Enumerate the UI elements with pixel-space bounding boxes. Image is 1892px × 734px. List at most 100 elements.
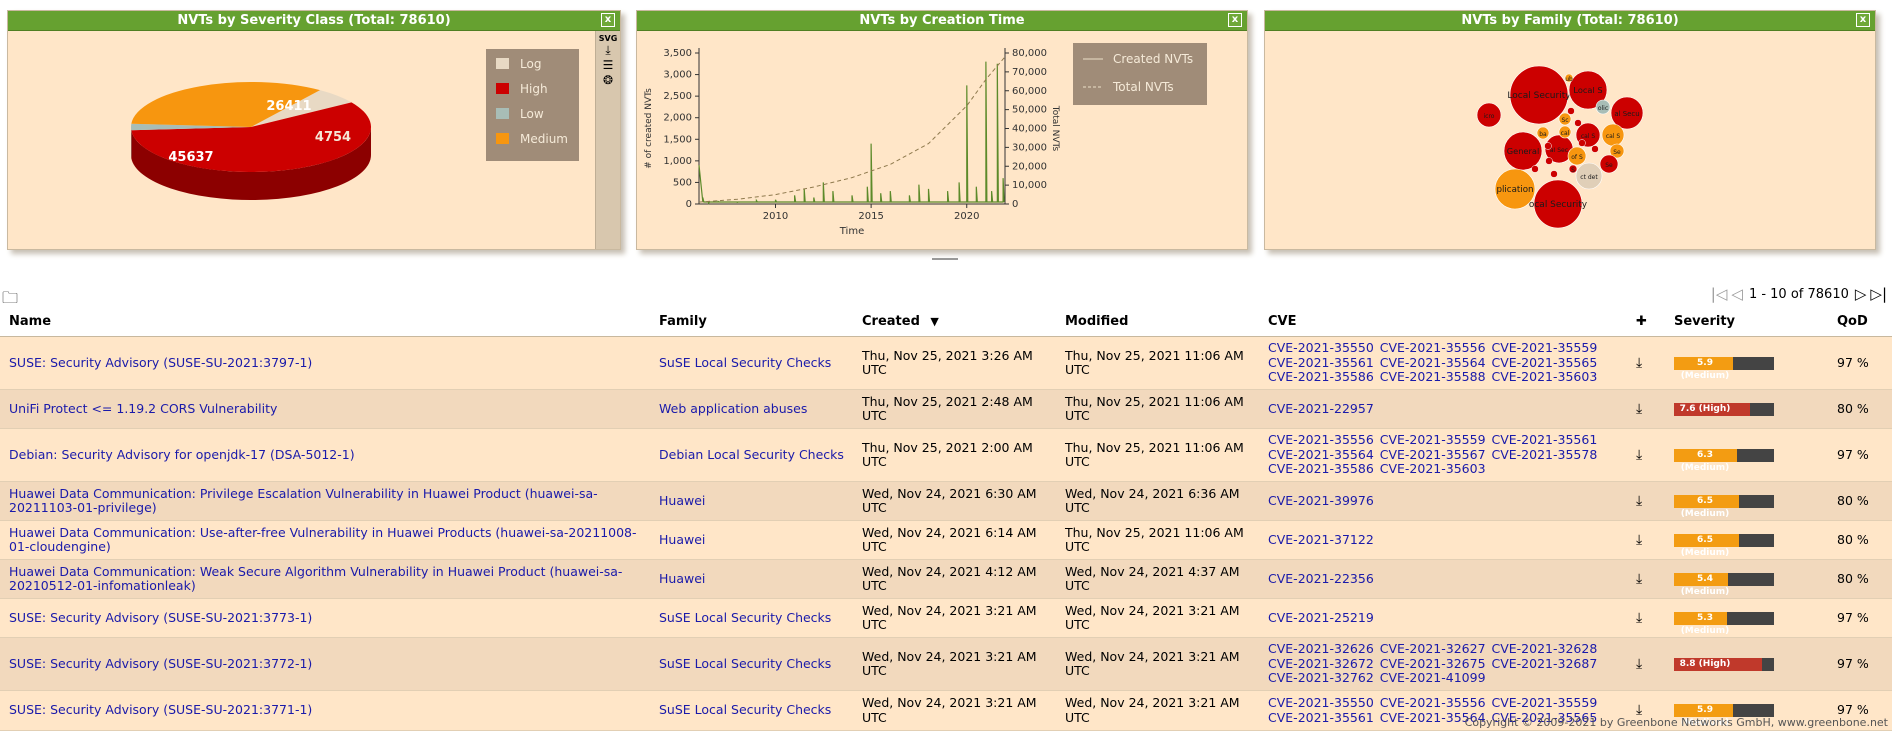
solution-download-icon[interactable]: ⤓ [1636, 493, 1642, 509]
row-family-cell: SuSE Local Security Checks [650, 598, 853, 638]
row-solution-cell: ⤓ [1627, 598, 1665, 638]
cve-links[interactable]: CVE-2021-39976 [1268, 493, 1374, 508]
severity-bar: 6.5 (Medium) [1674, 533, 1774, 558]
table-row[interactable]: Huawei Data Communication: Weak Secure A… [0, 559, 1892, 599]
severity-bar: 8.8 (High) [1674, 657, 1774, 671]
family-bubble-label: cal S [1581, 133, 1596, 140]
row-created-cell: Thu, Nov 25, 2021 2:00 AM UTC [853, 428, 1056, 482]
row-created-cell: Thu, Nov 25, 2021 2:48 AM UTC [853, 389, 1056, 429]
family-link[interactable]: Huawei [659, 493, 705, 508]
next-page-icon[interactable]: ▷ [1854, 285, 1868, 303]
last-page-icon[interactable]: ▷| [1869, 285, 1888, 303]
family-link[interactable]: Huawei [659, 571, 705, 586]
nvt-name-link[interactable]: SUSE: Security Advisory (SUSE-SU-2021:37… [9, 355, 312, 370]
table-row[interactable]: Huawei Data Communication: Privilege Esc… [0, 481, 1892, 521]
severity-bar: 5.4 (Medium) [1674, 572, 1774, 597]
family-link[interactable]: SuSE Local Security Checks [659, 610, 831, 625]
table-row[interactable]: UniFi Protect <= 1.19.2 CORS Vulnerabili… [0, 389, 1892, 429]
severity-panel-title: NVTs by Severity Class (Total: 78610) x [8, 11, 620, 31]
x-tick-label: 2010 [763, 211, 788, 222]
column-header-family[interactable]: Family [650, 306, 853, 337]
cve-links[interactable]: CVE-2021-37122 [1268, 532, 1374, 547]
nvt-name-link[interactable]: SUSE: Security Advisory (SUSE-SU-2021:37… [9, 610, 312, 625]
row-severity-cell: 6.3 (Medium) [1665, 428, 1828, 482]
row-modified-cell: Thu, Nov 25, 2021 11:06 AM UTC [1056, 428, 1259, 482]
row-created-cell: Wed, Nov 24, 2021 3:21 AM UTC [853, 690, 1056, 731]
nvt-name-link[interactable]: Debian: Security Advisory for openjdk-17… [9, 447, 355, 462]
row-modified-cell: Thu, Nov 25, 2021 11:06 AM UTC [1056, 389, 1259, 429]
family-link[interactable]: SuSE Local Security Checks [659, 355, 831, 370]
family-link[interactable]: Web application abuses [659, 401, 807, 416]
nvt-name-link[interactable]: Huawei Data Communication: Privilege Esc… [9, 486, 598, 516]
creation-chart-panel: NVTs by Creation Time x 0 500 1,000 1,500 2,… [636, 10, 1248, 250]
family-bubble [1545, 157, 1553, 165]
family-link[interactable]: Debian Local Security Checks [659, 447, 844, 462]
family-bubble-label: cal S [1606, 133, 1621, 140]
family-bubble-label: cal [1561, 130, 1570, 137]
previous-page-icon[interactable]: ◁ [1730, 285, 1744, 303]
row-name-cell: Huawei Data Communication: Privilege Esc… [0, 481, 650, 521]
cve-links[interactable]: CVE-2021-25219 [1268, 610, 1374, 625]
table-row[interactable]: SUSE: Security Advisory (SUSE-SU-2021:37… [0, 336, 1892, 390]
column-header-severity[interactable]: Severity [1665, 306, 1828, 337]
family-link[interactable]: Huawei [659, 532, 705, 547]
row-modified-cell: Thu, Nov 25, 2021 11:06 AM UTC [1056, 336, 1259, 390]
solution-download-icon[interactable]: ⤓ [1636, 355, 1642, 371]
solution-download-icon[interactable]: ⤓ [1636, 532, 1642, 548]
column-header-qod[interactable]: QoD [1828, 306, 1892, 337]
row-created-cell: Wed, Nov 24, 2021 6:30 AM UTC [853, 481, 1056, 521]
solution-download-icon[interactable]: ⤓ [1636, 656, 1642, 672]
severity-bar: 6.3 (Medium) [1674, 448, 1774, 473]
first-page-icon[interactable]: |◁ [1710, 285, 1729, 303]
row-solution-cell: ⤓ [1627, 389, 1665, 429]
legend-toggle-icon[interactable]: ☰ [596, 58, 620, 73]
series-created-nvts [698, 61, 1005, 205]
y2-axis-label: Total NVTs [1050, 105, 1060, 152]
column-header-cve[interactable]: CVE [1259, 306, 1627, 337]
cve-links[interactable]: CVE-2021-35556 CVE-2021-35559 CVE-2021-3… [1268, 432, 1597, 477]
cve-links[interactable]: CVE-2021-35550 CVE-2021-35556 CVE-2021-3… [1268, 340, 1597, 385]
severity-bar: 5.3 (Medium) [1674, 611, 1774, 636]
close-icon[interactable]: x [1228, 13, 1242, 27]
cve-links[interactable]: CVE-2021-32626 CVE-2021-32627 CVE-2021-3… [1268, 641, 1597, 686]
family-link[interactable]: SuSE Local Security Checks [659, 656, 831, 671]
family-bubble-label: Local S [1573, 85, 1602, 95]
nvt-name-link[interactable]: UniFi Protect <= 1.19.2 CORS Vulnerabili… [9, 401, 277, 416]
solution-download-icon[interactable]: ⤓ [1636, 447, 1642, 463]
table-row[interactable]: Debian: Security Advisory for openjdk-17… [0, 428, 1892, 482]
cve-links[interactable]: CVE-2021-22957 [1268, 401, 1374, 416]
family-bubble-label: plication [1496, 185, 1533, 195]
family-bubble-label: al Sec [1550, 147, 1568, 154]
chart-type-icon[interactable]: ❂ [596, 73, 620, 88]
severity-label: 7.6 (High) [1679, 403, 1731, 414]
dashboard-resize-handle[interactable] [932, 258, 958, 260]
row-qod-cell: 97 % [1828, 637, 1892, 691]
solution-download-icon[interactable]: ⤓ [1636, 401, 1642, 417]
family-link[interactable]: SuSE Local Security Checks [659, 702, 831, 718]
family-bubble-label: S [1571, 167, 1575, 174]
nvt-name-link[interactable]: Huawei Data Communication: Weak Secure A… [9, 564, 622, 594]
solution-download-icon[interactable]: ⤓ [1636, 610, 1642, 626]
download-icon[interactable]: ⤓ [596, 43, 620, 58]
severity-label: 5.4 (Medium) [1680, 573, 1730, 597]
nvt-name-link[interactable]: SUSE: Security Advisory (SUSE-SU-2021:37… [9, 656, 312, 671]
table-row[interactable]: Huawei Data Communication: Use-after-fre… [0, 520, 1892, 560]
cve-links[interactable]: CVE-2021-22356 [1268, 571, 1374, 586]
column-header-solution[interactable]: ✚ [1627, 306, 1665, 337]
table-row[interactable]: SUSE: Security Advisory (SUSE-SU-2021:37… [0, 598, 1892, 638]
solution-download-icon[interactable]: ⤓ [1636, 571, 1642, 587]
family-bubble [1567, 107, 1575, 115]
column-header-name[interactable]: Name [0, 306, 650, 337]
y2-tick-label: 50,000 [1012, 105, 1047, 116]
row-solution-cell: ⤓ [1627, 481, 1665, 521]
row-modified-cell: Thu, Nov 25, 2021 11:06 AM UTC [1056, 520, 1259, 560]
row-modified-cell: Wed, Nov 24, 2021 3:21 AM UTC [1056, 637, 1259, 691]
table-row[interactable]: SUSE: Security Advisory (SUSE-SU-2021:37… [0, 637, 1892, 691]
column-header-modified[interactable]: Modified [1056, 306, 1259, 337]
column-header-created[interactable]: Created ▼ [853, 306, 1056, 337]
nvt-name-link[interactable]: SUSE: Security Advisory (SUSE-SU-2021:37… [9, 702, 312, 718]
close-icon[interactable]: x [1856, 13, 1870, 27]
nvt-name-link[interactable]: Huawei Data Communication: Use-after-fre… [9, 525, 637, 555]
svg-download-button[interactable]: SVG [596, 34, 620, 43]
close-icon[interactable]: x [601, 13, 615, 27]
